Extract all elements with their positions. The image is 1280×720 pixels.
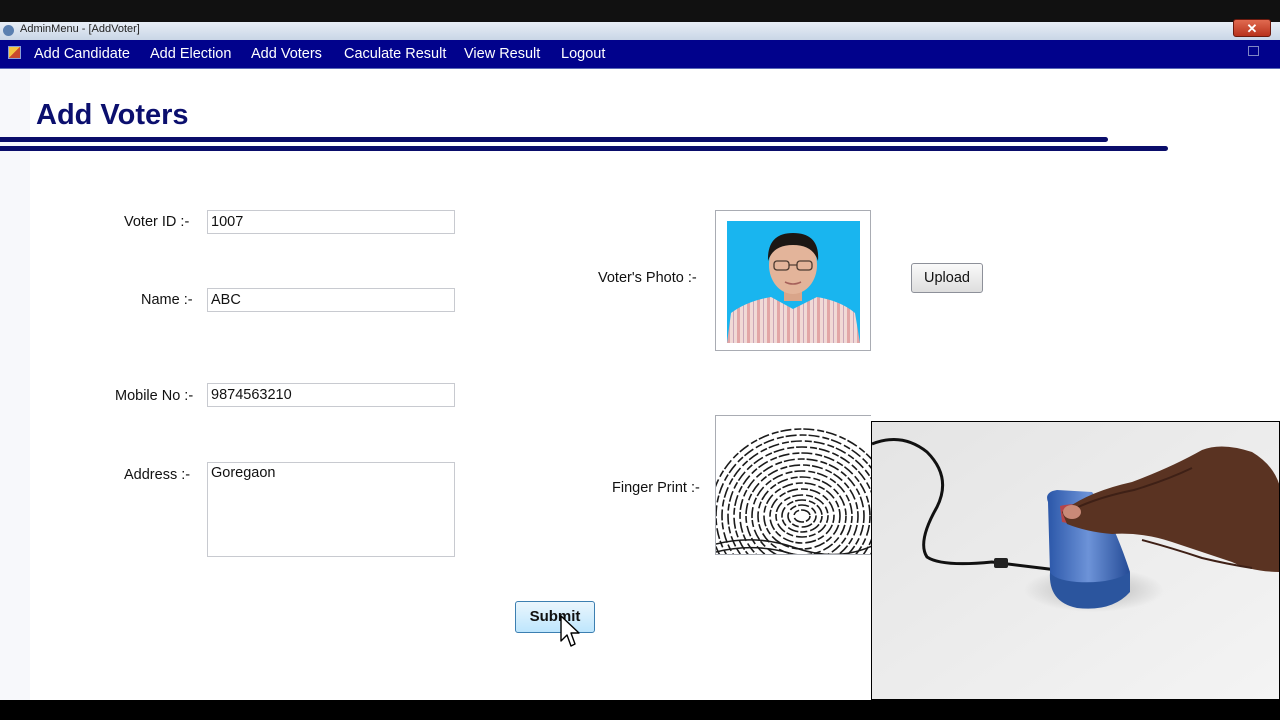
voter-photo-box	[715, 210, 871, 351]
webcam-video-overlay	[871, 421, 1280, 700]
menu-add-voters[interactable]: Add Voters	[251, 46, 322, 62]
restore-icon[interactable]	[1248, 46, 1259, 56]
name-field[interactable]	[207, 288, 455, 312]
mouse-cursor-icon	[560, 615, 580, 647]
add-voter-form: Add Voters Voter ID :- Name :- Mobile No…	[0, 69, 1280, 700]
window-title: AdminMenu - [AddVoter]	[20, 23, 140, 35]
app-icon	[3, 25, 14, 36]
window-close-button[interactable]: ✕	[1233, 19, 1271, 37]
page-title: Add Voters	[36, 99, 189, 131]
voter-id-field[interactable]	[207, 210, 455, 234]
address-field[interactable]: Goregaon	[207, 462, 455, 557]
voter-id-label: Voter ID :-	[124, 214, 190, 230]
upload-button[interactable]: Upload	[911, 263, 983, 293]
title-underline-2	[0, 146, 1168, 151]
title-underline	[0, 137, 1108, 142]
window-titlebar: AdminMenu - [AddVoter] ✕	[0, 0, 1280, 40]
menu-add-election[interactable]: Add Election	[150, 46, 231, 62]
close-icon: ✕	[1246, 21, 1258, 36]
menu-calculate-result[interactable]: Caculate Result	[344, 46, 446, 62]
fingerprint-image	[715, 415, 871, 555]
name-label: Name :-	[141, 292, 193, 308]
bottom-letterbox	[0, 700, 1280, 720]
address-label: Address :-	[124, 467, 191, 483]
fingerprint-label: Finger Print :-	[612, 480, 700, 496]
mobile-label: Mobile No :-	[115, 388, 194, 404]
titlebar-strip	[0, 22, 1280, 40]
menu-logout[interactable]: Logout	[561, 46, 605, 62]
menu-view-result[interactable]: View Result	[464, 46, 540, 62]
left-margin	[0, 69, 30, 700]
voter-photo	[727, 221, 860, 343]
mobile-field[interactable]	[207, 383, 455, 407]
voter-photo-label: Voter's Photo :-	[598, 270, 697, 286]
mdi-menu-icon[interactable]	[8, 46, 21, 59]
menu-add-candidate[interactable]: Add Candidate	[34, 46, 130, 62]
menu-bar: Add Candidate Add Election Add Voters Ca…	[0, 40, 1280, 69]
